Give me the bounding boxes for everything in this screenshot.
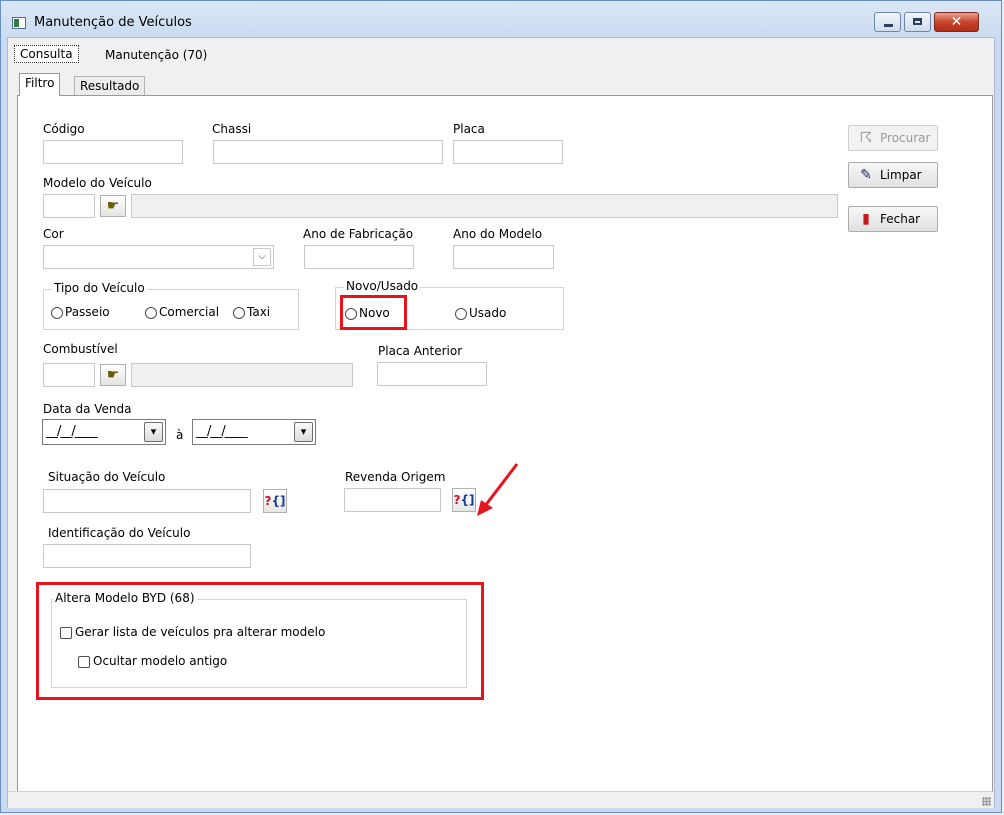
identificacao-input[interactable] bbox=[43, 544, 251, 568]
minimize-button[interactable] bbox=[874, 12, 901, 32]
radio-label: Taxi bbox=[247, 305, 271, 319]
close-button[interactable]: ✕ bbox=[934, 12, 979, 32]
revenda-origem-input[interactable] bbox=[344, 488, 441, 512]
ano-modelo-input[interactable] bbox=[453, 245, 554, 269]
highlight-altera-modelo bbox=[36, 582, 484, 700]
chassi-label: Chassi bbox=[212, 122, 252, 136]
codigo-input[interactable] bbox=[43, 140, 183, 164]
modelo-label: Modelo do Veículo bbox=[43, 176, 152, 190]
combustivel-description bbox=[131, 363, 353, 387]
radio-taxi[interactable]: Taxi bbox=[233, 305, 270, 319]
radio-circle-icon bbox=[145, 307, 157, 319]
filtro-page: Código Chassi Placa Modelo do Veículo ☛ … bbox=[17, 95, 993, 795]
highlight-novo bbox=[340, 295, 407, 330]
procurar-button[interactable]: ☈ Procurar bbox=[848, 125, 938, 151]
lightning-icon: ☈ bbox=[859, 130, 873, 146]
data-venda-label: Data da Venda bbox=[43, 402, 132, 416]
situacao-input[interactable] bbox=[43, 489, 251, 513]
close-icon: ✕ bbox=[950, 14, 963, 30]
placa-anterior-input[interactable] bbox=[377, 362, 487, 386]
tab-resultado[interactable]: Resultado bbox=[74, 76, 146, 96]
dropdown-arrow-icon[interactable]: ▾ bbox=[144, 422, 163, 442]
radio-circle-icon bbox=[455, 308, 467, 320]
radio-label: Comercial bbox=[159, 305, 220, 319]
date-mask: __/__/____ bbox=[46, 424, 98, 439]
app-icon bbox=[12, 17, 26, 29]
cor-label: Cor bbox=[43, 227, 64, 241]
eraser-icon: ✎ bbox=[860, 167, 872, 183]
radio-label: Usado bbox=[469, 306, 507, 320]
ano-fabricacao-label: Ano de Fabricação bbox=[303, 227, 414, 241]
hand-icon: ☛ bbox=[106, 198, 120, 214]
title-bar: Manutenção de Veículos ✕ bbox=[1, 1, 1001, 37]
chevron-down-icon: ⌵ bbox=[253, 248, 271, 266]
combustivel-code-input[interactable] bbox=[43, 363, 95, 387]
radio-usado[interactable]: Usado bbox=[455, 306, 506, 320]
identificacao-label: Identificação do Veículo bbox=[48, 526, 191, 540]
maximize-button[interactable] bbox=[904, 12, 931, 32]
radio-label: Passeio bbox=[65, 305, 110, 319]
window-title: Manutenção de Veículos bbox=[34, 15, 192, 30]
procurar-label: Procurar bbox=[880, 131, 931, 145]
tipo-veiculo-group: Tipo do Veículo Passeio Comercial Taxi bbox=[43, 281, 299, 330]
client-area: Consulta Manutenção (70) Resultado Códig… bbox=[7, 37, 995, 808]
novo-usado-title: Novo/Usado bbox=[344, 279, 421, 293]
placa-label: Placa bbox=[453, 122, 485, 136]
tab-consulta[interactable]: Consulta bbox=[14, 45, 79, 63]
tipo-veiculo-title: Tipo do Veículo bbox=[52, 281, 147, 295]
placa-anterior-label: Placa Anterior bbox=[378, 344, 463, 358]
fechar-label: Fechar bbox=[880, 212, 921, 226]
modelo-lookup-button[interactable]: ☛ bbox=[100, 195, 126, 217]
data-venda-fim[interactable]: __/__/____ ▾ bbox=[192, 419, 316, 445]
radio-comercial[interactable]: Comercial bbox=[145, 305, 219, 319]
situacao-label: Situação do Veículo bbox=[48, 470, 166, 484]
cor-select[interactable]: ⌵ bbox=[43, 245, 274, 269]
limpar-button[interactable]: ✎ Limpar bbox=[848, 162, 938, 188]
ano-fabricacao-input[interactable] bbox=[304, 245, 414, 269]
radio-circle-icon bbox=[233, 307, 245, 319]
dropdown-arrow-icon[interactable]: ▾ bbox=[294, 422, 313, 442]
tab-filtro[interactable]: Filtro bbox=[19, 73, 61, 96]
radio-circle-icon bbox=[51, 307, 63, 319]
resize-grip-icon[interactable] bbox=[982, 797, 991, 806]
date-mask: __/__/____ bbox=[196, 424, 248, 439]
data-separator: à bbox=[176, 428, 184, 442]
tab-manutencao[interactable]: Manutenção (70) bbox=[100, 46, 213, 66]
revenda-origem-label: Revenda Origem bbox=[345, 470, 446, 484]
placa-input[interactable] bbox=[453, 140, 563, 164]
brace-icon: {] bbox=[271, 494, 286, 508]
modelo-description bbox=[131, 194, 838, 218]
status-bar bbox=[8, 791, 994, 808]
data-venda-inicio[interactable]: __/__/____ ▾ bbox=[42, 419, 166, 445]
chassi-input[interactable] bbox=[213, 140, 443, 164]
codigo-label: Código bbox=[43, 122, 85, 136]
fechar-button[interactable]: ▮ Fechar bbox=[848, 206, 938, 232]
ano-modelo-label: Ano do Modelo bbox=[453, 227, 543, 241]
situacao-lookup-button[interactable]: ?{] bbox=[263, 489, 287, 513]
hand-icon: ☛ bbox=[106, 367, 120, 383]
limpar-label: Limpar bbox=[880, 168, 922, 182]
door-exit-icon: ▮ bbox=[862, 211, 870, 227]
modelo-code-input[interactable] bbox=[43, 194, 95, 218]
main-window: Manutenção de Veículos ✕ Consulta Manute… bbox=[0, 0, 1002, 813]
combustivel-lookup-button[interactable]: ☛ bbox=[100, 364, 126, 386]
annotation-arrow-icon bbox=[477, 463, 519, 516]
radio-passeio[interactable]: Passeio bbox=[51, 305, 110, 319]
combustivel-label: Combustível bbox=[43, 342, 118, 356]
